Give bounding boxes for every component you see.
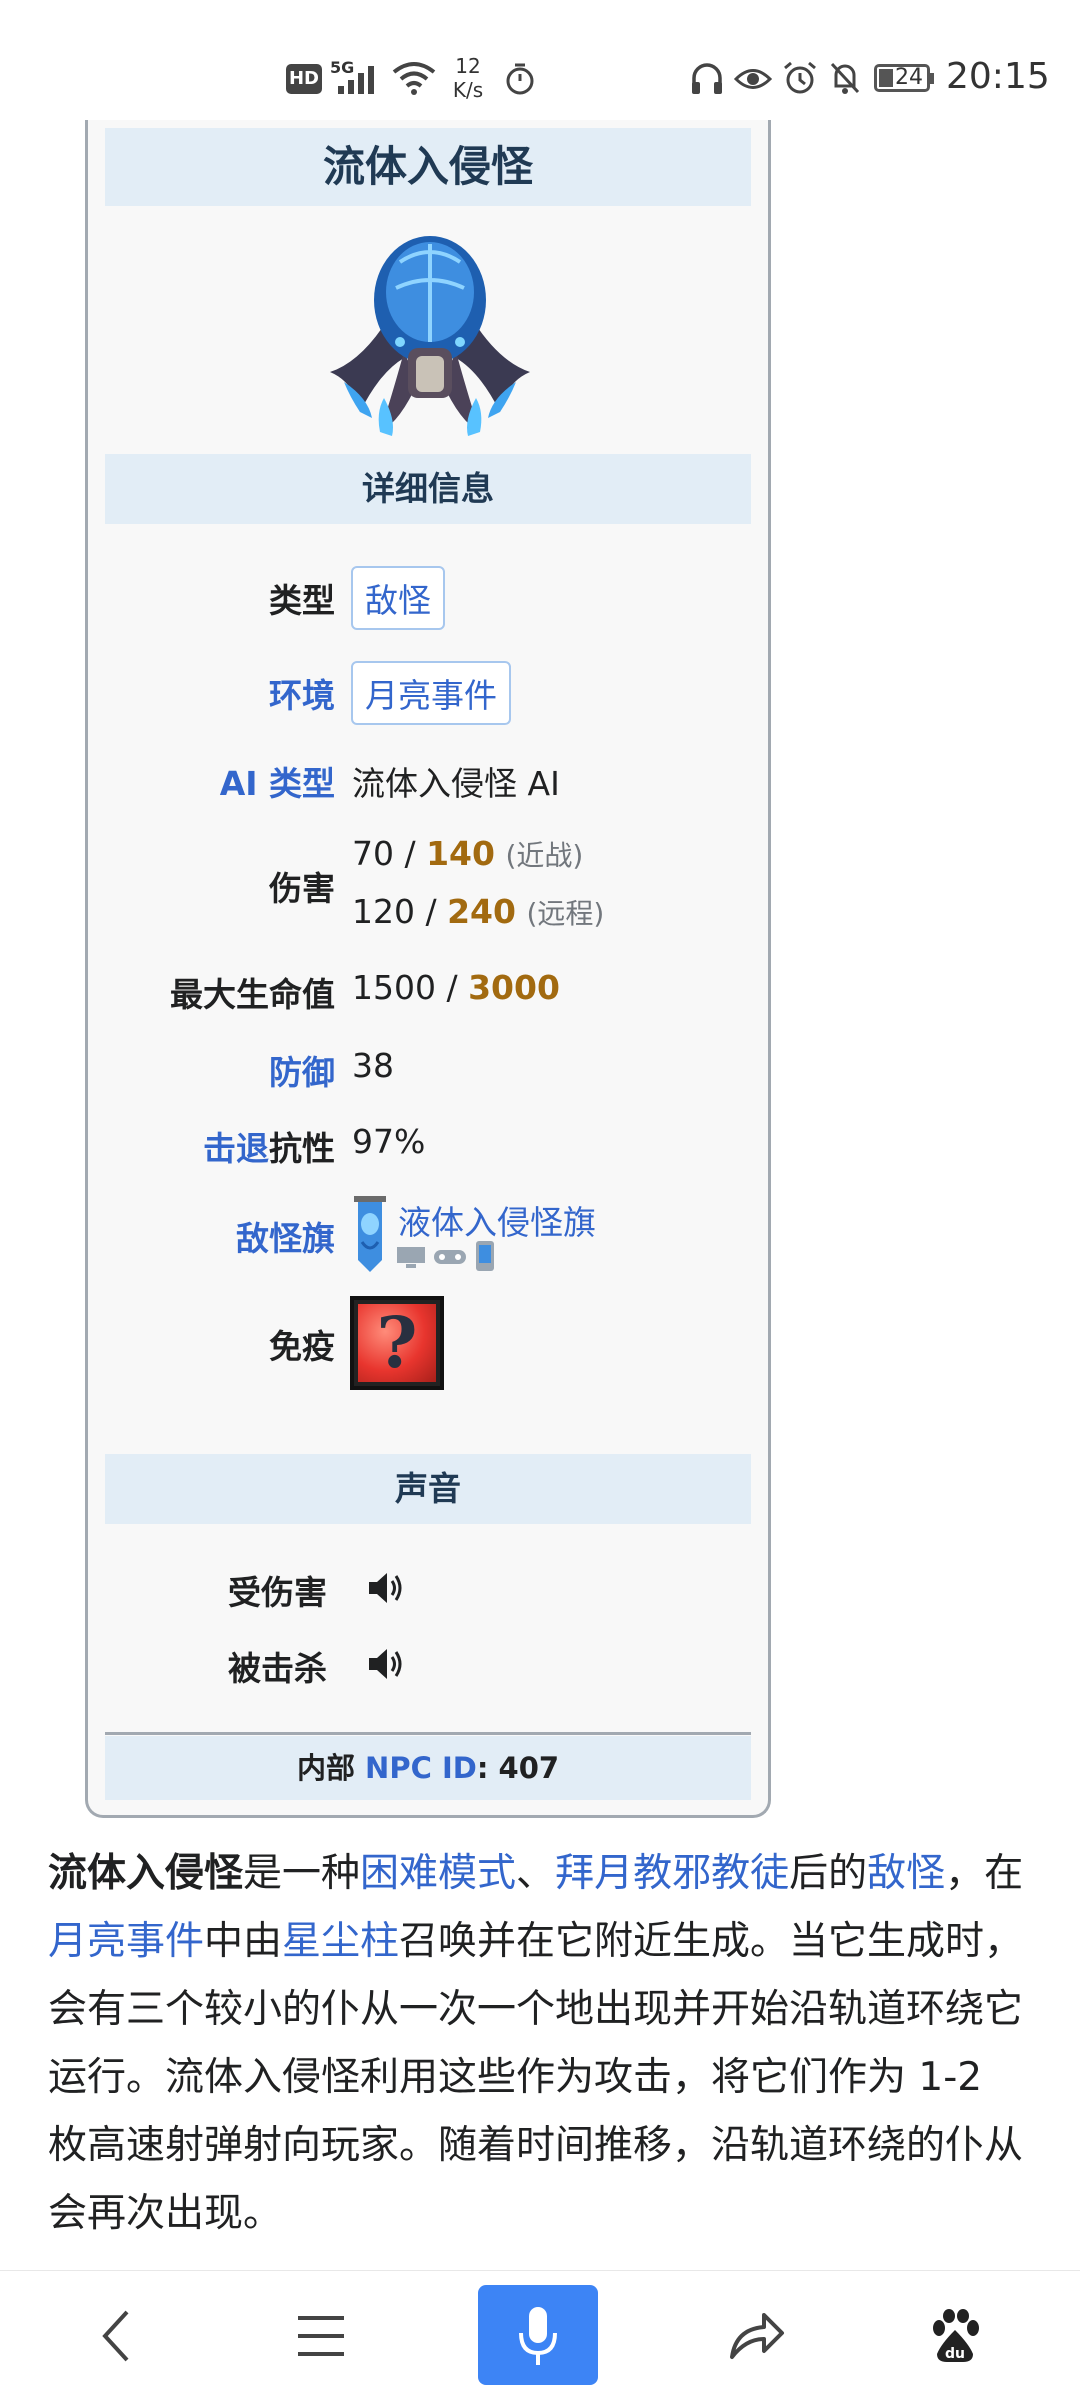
sound-header: 声音 — [395, 1469, 461, 1508]
infobox-title: 流体入侵怪 — [322, 142, 533, 191]
banner-link[interactable]: 液体入侵怪旗 — [398, 1196, 596, 1244]
platform-icons — [396, 1240, 506, 1272]
damage-ranged-note: (远程) — [526, 897, 605, 930]
back-icon — [102, 2310, 129, 2362]
article-text: 、 — [516, 1851, 556, 1896]
damage-melee: 70 / 140 (近战) — [352, 834, 583, 874]
sound-hurt-label: 受伤害 — [228, 1573, 327, 1612]
environment-tag-link[interactable]: 月亮事件 — [351, 661, 511, 725]
menu-button[interactable] — [266, 2293, 376, 2379]
speed-value: 12 — [455, 54, 481, 78]
hd-text: HD — [288, 68, 319, 89]
ai-type-label-link[interactable]: AI 类型 — [220, 757, 335, 805]
battery-icon: 24 — [874, 64, 934, 92]
max-life-value: 1500 / 3000 — [352, 968, 560, 1007]
damage-label: 伤害 — [269, 869, 335, 908]
share-icon — [730, 2313, 784, 2359]
infobox-title-band: 流体入侵怪 — [105, 128, 751, 206]
share-button[interactable] — [702, 2293, 812, 2379]
article-text: 召唤并在它附近生成。当它生成时，会有三个较小的仆从一次一个地出现并开始沿轨道环绕… — [48, 1919, 1024, 2236]
type-label: 类型 — [269, 581, 335, 620]
mobile-icon — [476, 1241, 494, 1271]
damage-ranged-normal: 120 / — [352, 892, 448, 931]
kb-resist-value: 97% — [352, 1122, 426, 1161]
ai-type-value: 流体入侵怪 AI — [352, 764, 560, 803]
mute-bell-icon — [830, 62, 860, 94]
sound-header-band: 声音 — [105, 1454, 751, 1524]
banner-label-link[interactable]: 敌怪旗 — [236, 1212, 335, 1260]
npc-id-link[interactable]: NPC ID — [365, 1751, 477, 1785]
battery-level: 24 — [895, 65, 923, 90]
damage-ranged-expert: 240 — [447, 892, 516, 931]
stardust-pillar-link[interactable]: 星尘柱 — [282, 1919, 399, 1964]
article-text: 中由 — [204, 1919, 283, 1964]
speaker-icon-killed[interactable] — [366, 1646, 406, 1682]
kb-resist-suffix: 抗性 — [269, 1129, 335, 1168]
back-button[interactable] — [62, 2293, 172, 2379]
svg-text:du: du — [945, 2346, 965, 2362]
voice-search-button[interactable] — [478, 2285, 598, 2385]
status-bar: HD 5G 12 K/s 24 20:15 — [0, 0, 1080, 128]
environment-label-link[interactable]: 环境 — [269, 669, 335, 717]
bottom-navigation: du — [0, 2270, 1080, 2401]
npc-id-line: 内部 NPC ID: 407 — [105, 1736, 751, 1800]
damage-melee-note: (近战) — [505, 839, 584, 872]
signal-icon — [338, 66, 374, 94]
damage-melee-expert: 140 — [426, 834, 495, 873]
damage-ranged: 120 / 240 (远程) — [352, 892, 604, 932]
damage-melee-normal: 70 / — [352, 834, 427, 873]
infobox-footer: 内部 NPC ID: 407 — [105, 1736, 751, 1800]
hardmode-link[interactable]: 困难模式 — [360, 1851, 516, 1896]
network-speed: 12 K/s — [444, 54, 492, 102]
npc-id-value: : 407 — [476, 1751, 560, 1785]
article-subject: 流体入侵怪 — [48, 1851, 244, 1896]
kb-resist-label: 击退抗性 — [203, 1122, 335, 1170]
npc-id-prefix: 内部 — [296, 1751, 366, 1785]
knockback-link[interactable]: 击退 — [203, 1129, 269, 1168]
banner-sprite-icon — [354, 1196, 386, 1272]
infobox-footer-rule — [105, 1732, 751, 1735]
flow-invader-sprite — [330, 236, 530, 436]
eye-comfort-icon — [734, 69, 772, 89]
alarm-icon — [784, 61, 816, 94]
lunar-events-link[interactable]: 月亮事件 — [48, 1919, 204, 1964]
details-header: 详细信息 — [362, 469, 494, 508]
console-icon — [434, 1250, 466, 1264]
speaker-icon-hurt[interactable] — [366, 1570, 406, 1606]
wifi-icon — [392, 62, 436, 95]
desktop-icon — [397, 1247, 425, 1268]
sound-killed-label: 被击杀 — [228, 1649, 327, 1688]
max-life-normal: 1500 / — [352, 968, 469, 1007]
clock: 20:15 — [946, 56, 1050, 97]
lunatic-cultist-link[interactable]: 拜月教邪教徒 — [555, 1851, 789, 1896]
baidu-button[interactable]: du — [900, 2293, 1010, 2379]
baidu-paw-icon: du — [933, 2309, 979, 2362]
defense-label-link[interactable]: 防御 — [269, 1046, 335, 1094]
article-text: 后的 — [789, 1851, 868, 1896]
speed-unit: K/s — [452, 78, 484, 102]
unknown-immunity-icon[interactable]: ? — [350, 1296, 444, 1390]
defense-value: 38 — [352, 1046, 394, 1085]
headphones-icon — [692, 63, 722, 94]
microphone-icon — [519, 2307, 557, 2365]
article-text: 是一种 — [243, 1851, 361, 1896]
article-intro: 流体入侵怪是一种困难模式、拜月教邪教徒后的敌怪，在月亮事件中由星尘柱召唤并在它附… — [48, 1840, 1032, 2248]
enemy-link[interactable]: 敌怪 — [867, 1851, 945, 1896]
type-tag-link[interactable]: 敌怪 — [351, 566, 445, 630]
hd-icon: HD — [286, 64, 322, 94]
immune-label: 免疫 — [269, 1327, 335, 1366]
timer-icon — [506, 63, 534, 95]
menu-icon — [298, 2316, 344, 2356]
max-life-label: 最大生命值 — [170, 975, 335, 1014]
article-text: ，在 — [945, 1851, 1024, 1896]
max-life-expert: 3000 — [468, 968, 560, 1007]
details-header-band: 详细信息 — [105, 454, 751, 524]
